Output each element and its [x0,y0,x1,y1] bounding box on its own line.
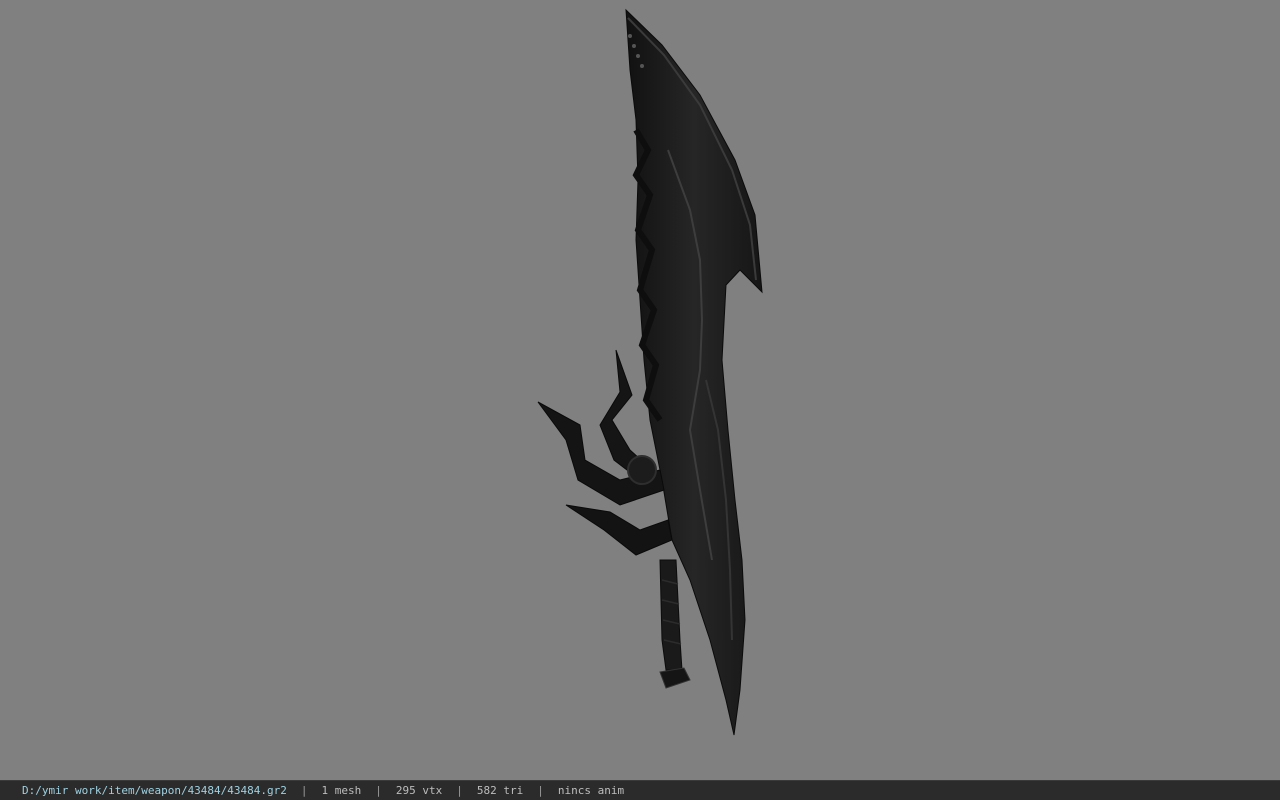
sword-handle [659,559,683,671]
status-bar: D:/ymir work/item/weapon/43484/43484.gr2… [0,780,1280,800]
file-path: D:/ymir work/item/weapon/43484/43484.gr2 [22,784,287,797]
status-separator: | [456,784,463,797]
guard-claw-lower [565,504,673,556]
animation-status: nincs anim [557,784,625,797]
vertex-count: 295 vtx [395,784,443,797]
status-separator: | [375,784,382,797]
blade-shape [625,8,763,736]
status-separator: | [300,784,308,797]
status-separator: | [537,784,544,797]
triangle-count: 582 tri [476,784,524,797]
skull-ornament [627,455,657,485]
3d-viewport[interactable] [0,0,1280,780]
sword-pommel [659,667,691,689]
sword-model-icon [537,8,763,736]
guard-claw-left [537,401,665,506]
mesh-count: 1 mesh [321,784,362,797]
